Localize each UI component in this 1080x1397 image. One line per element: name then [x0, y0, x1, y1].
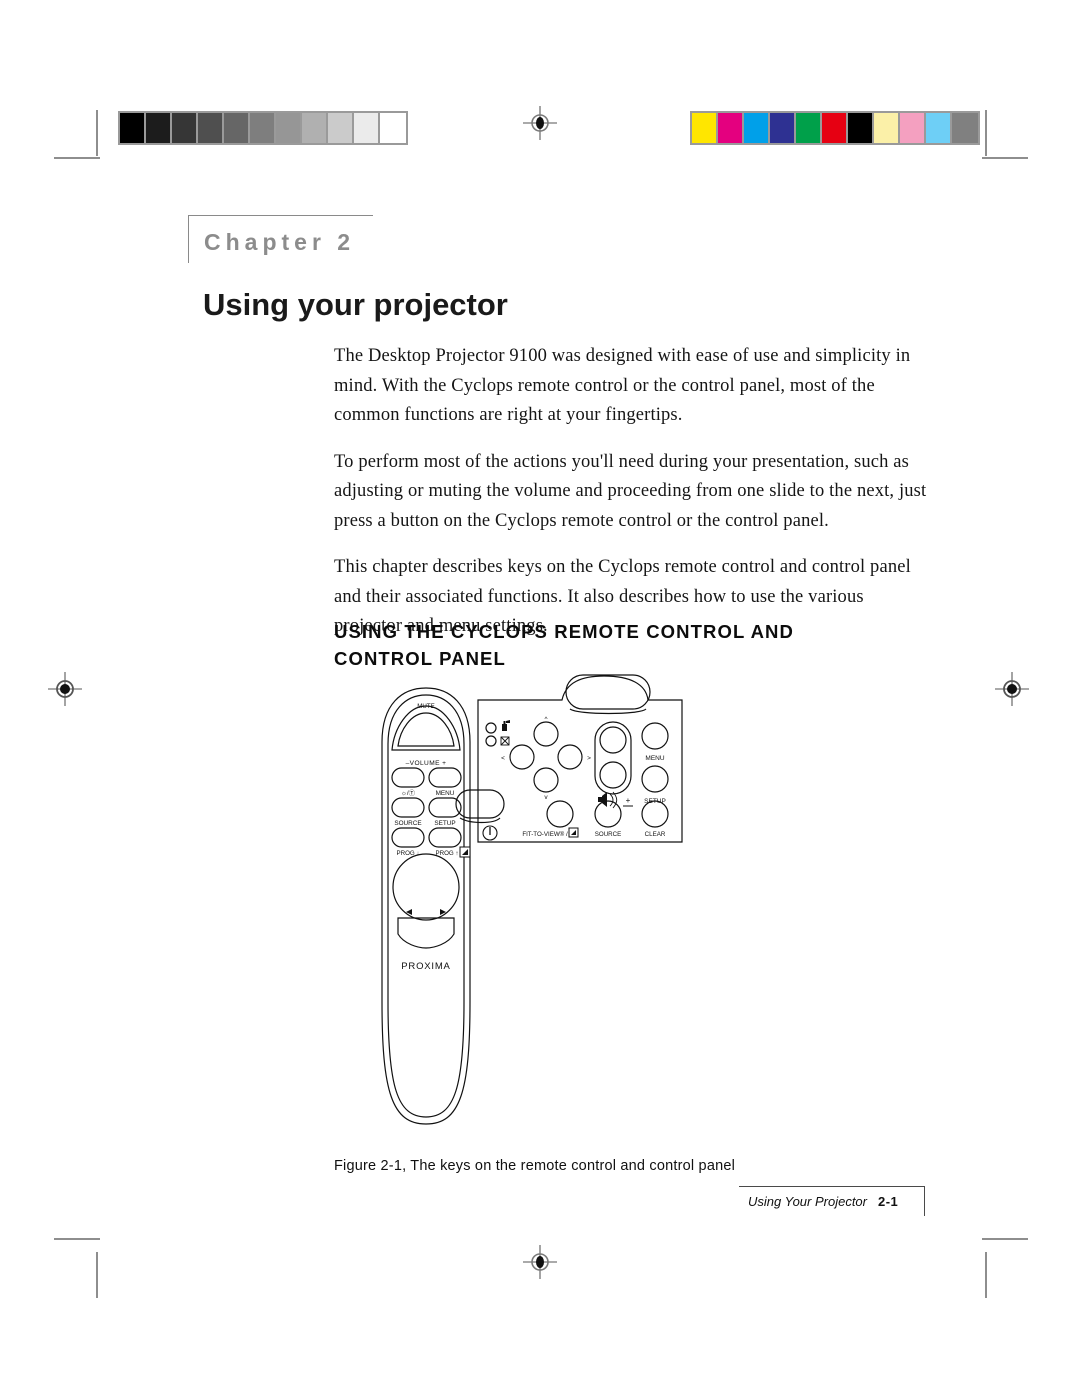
panel-volume-plus-label: + — [626, 796, 631, 805]
panel-fit-to-view-label: FIT-TO-VIEW® / — [522, 831, 568, 838]
panel-source-label: SOURCE — [595, 831, 621, 838]
panel-left-label: < — [501, 755, 505, 762]
remote-source-key — [391, 827, 425, 848]
remote-setup-key — [428, 827, 462, 848]
projector-control-panel: ^ < > v + MENU SETUP FIT-TO-VIEW® / SOUR… — [455, 674, 683, 843]
panel-temp-led — [485, 735, 497, 747]
panel-lamp-led — [485, 722, 497, 734]
power-icon — [482, 825, 498, 841]
remote-fit-to-view-icon — [459, 846, 471, 858]
remote-mute-label: MUTE — [417, 703, 435, 710]
remote-volume-up-key — [428, 767, 462, 788]
figure-caption: Figure 2-1, The keys on the remote contr… — [334, 1158, 736, 1174]
body-text-column: The Desktop Projector 9100 was designed … — [334, 342, 934, 659]
remote-power-label: ☼/Ⓣ — [401, 789, 416, 797]
panel-fit-to-view-key — [546, 800, 574, 828]
panel-right-key — [557, 744, 583, 770]
remote-menu-label: MENU — [436, 790, 455, 797]
panel-menu-label: MENU — [645, 755, 664, 762]
panel-volume-up-key — [599, 726, 627, 754]
footer-page-number: 2-1 — [878, 1194, 899, 1209]
panel-fit-to-view-icon — [568, 827, 579, 838]
chapter-rule-vertical — [188, 215, 189, 263]
footer-section-label: Using Your Projector — [748, 1194, 867, 1209]
page-title: Using your projector — [203, 286, 508, 322]
remote-brand-label: PROXIMA — [401, 961, 450, 972]
chapter-rule-horizontal — [188, 215, 373, 216]
paragraph-2: To perform most of the actions you'll ne… — [334, 451, 927, 531]
panel-volume-down-key — [599, 761, 627, 789]
panel-up-key — [533, 721, 559, 747]
lamp-icon — [502, 720, 510, 731]
section-heading: USING THE CYCLOPS REMOTE CONTROL AND CON… — [334, 621, 794, 670]
remote-volume-down-key — [391, 767, 425, 788]
panel-volume-rocker — [594, 721, 632, 795]
remote-power-key — [391, 797, 425, 818]
panel-menu-key — [641, 722, 669, 750]
paragraph-1: The Desktop Projector 9100 was designed … — [334, 346, 911, 425]
panel-setup-key — [641, 765, 669, 793]
panel-down-label: v — [544, 794, 548, 801]
panel-right-label: > — [587, 755, 591, 762]
figure-remote-and-control-panel: MUTE –VOLUME + ☼/Ⓣ MENU SOURCE SETUP PRO… — [330, 672, 750, 1142]
panel-clear-label: CLEAR — [645, 831, 666, 838]
page-content: Chapter 2 Using your projector The Deskt… — [0, 0, 1080, 1397]
panel-power-button — [455, 789, 505, 819]
chapter-label: Chapter 2 — [204, 229, 356, 255]
panel-left-key — [509, 744, 535, 770]
panel-down-key — [533, 767, 559, 793]
remote-setup-label: SETUP — [434, 820, 455, 827]
remote-source-label: SOURCE — [394, 820, 421, 827]
remote-prog-up-label: PROG ↑ — [435, 850, 458, 857]
temperature-icon — [500, 736, 510, 746]
panel-source-key — [594, 800, 622, 828]
cyclops-remote-control: MUTE –VOLUME + ☼/Ⓣ MENU SOURCE SETUP PRO… — [381, 687, 471, 1125]
remote-volume-label: –VOLUME + — [406, 760, 447, 767]
remote-navigation-pad — [392, 853, 460, 921]
